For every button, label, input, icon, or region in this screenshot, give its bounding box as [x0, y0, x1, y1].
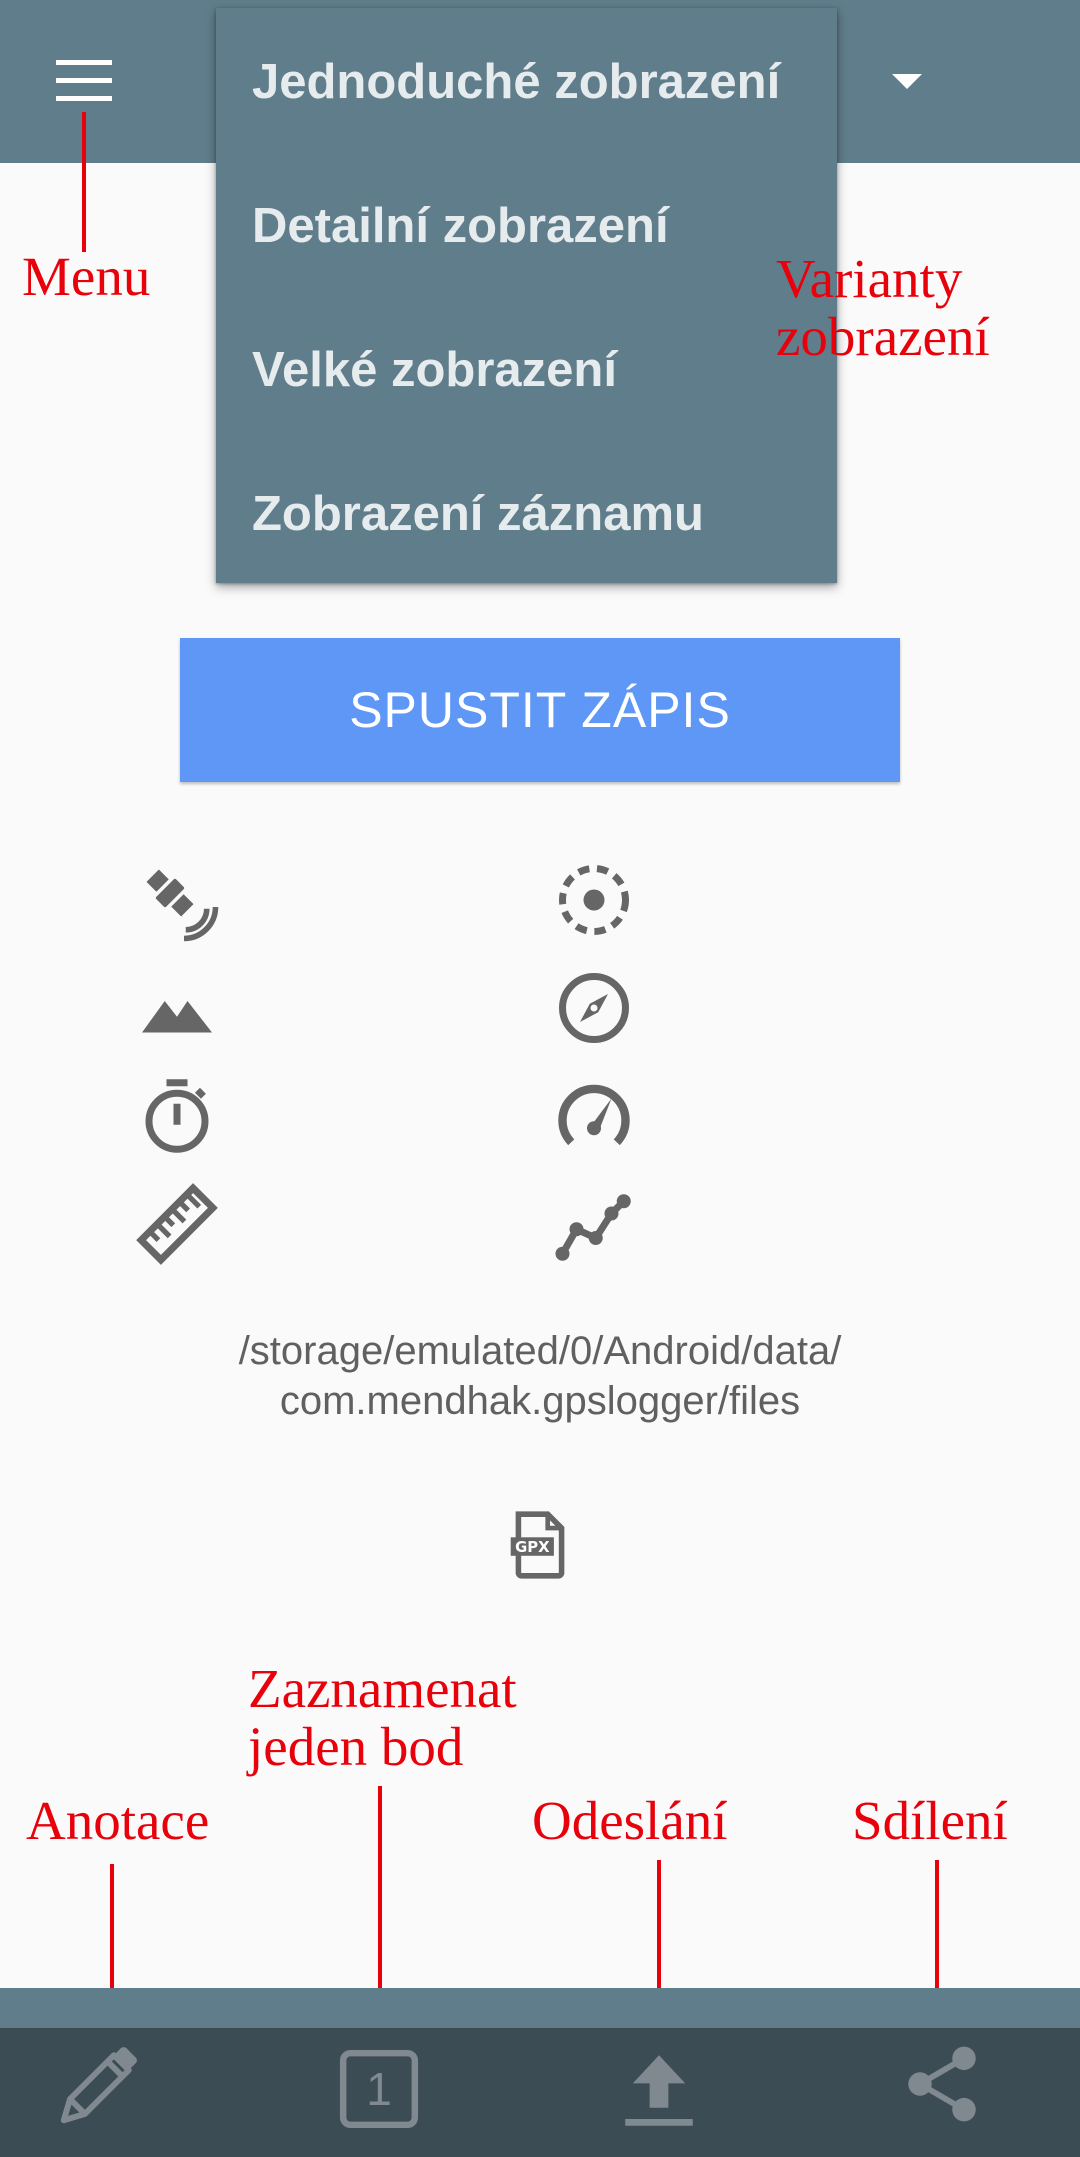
annotation-view-variants: Varianty zobrazení	[776, 250, 990, 366]
menu-item-detailed-view[interactable]: Detailní zobrazení	[252, 176, 832, 276]
satellite-icon	[135, 858, 219, 942]
storage-path: /storage/emulated/0/Android/data/ com.me…	[0, 1326, 1080, 1426]
storage-path-line2: com.mendhak.gpslogger/files	[279, 1379, 801, 1423]
timer-icon	[135, 1074, 219, 1158]
track-points-icon	[552, 1182, 636, 1266]
distance-icon	[135, 1182, 219, 1266]
view-variant-menu: Jednoduché zobrazení Detailní zobrazení …	[216, 8, 837, 583]
dropdown-arrow-icon[interactable]	[892, 74, 922, 89]
hamburger-menu-icon[interactable]	[50, 58, 118, 106]
single-point-number: 1	[366, 2063, 392, 2115]
annotation-menu: Menu	[22, 246, 151, 307]
annotation-single-point: Zaznamenat jeden bod	[248, 1660, 517, 1776]
annotation-line-single-point	[378, 1786, 382, 2014]
menu-item-log-view[interactable]: Zobrazení záznamu	[252, 464, 832, 564]
annotation-share: Sdílení	[852, 1790, 1008, 1851]
annotation-annotate: Anotace	[26, 1790, 210, 1851]
accuracy-icon	[552, 858, 636, 942]
compass-icon	[552, 966, 636, 1050]
share-icon[interactable]	[898, 2040, 986, 2128]
speed-icon	[552, 1074, 636, 1158]
bottom-action-bar: 1	[0, 2028, 1080, 2157]
annotation-upload: Odeslání	[532, 1790, 728, 1851]
altitude-icon	[135, 966, 219, 1050]
annotation-view-variants-line1: Varianty	[776, 248, 963, 309]
annotation-single-point-line2: jeden bod	[248, 1716, 464, 1777]
pencil-icon[interactable]	[52, 2038, 146, 2132]
start-logging-button[interactable]: SPUSTIT ZÁPIS	[180, 638, 900, 782]
menu-item-simple-view[interactable]: Jednoduché zobrazení	[252, 32, 832, 132]
upload-icon[interactable]	[614, 2044, 704, 2134]
menu-item-big-view[interactable]: Velké zobrazení	[252, 320, 832, 420]
annotation-view-variants-line2: zobrazení	[776, 306, 990, 367]
gpx-file-icon: GPX	[503, 1508, 577, 1582]
bottom-strip	[0, 1988, 1080, 2028]
svg-text:GPX: GPX	[515, 1539, 550, 1556]
annotation-single-point-line1: Zaznamenat	[248, 1658, 517, 1719]
storage-path-line1: /storage/emulated/0/Android/data/	[238, 1329, 842, 1373]
annotation-line-menu	[82, 112, 86, 252]
single-point-button[interactable]: 1	[336, 2046, 422, 2132]
